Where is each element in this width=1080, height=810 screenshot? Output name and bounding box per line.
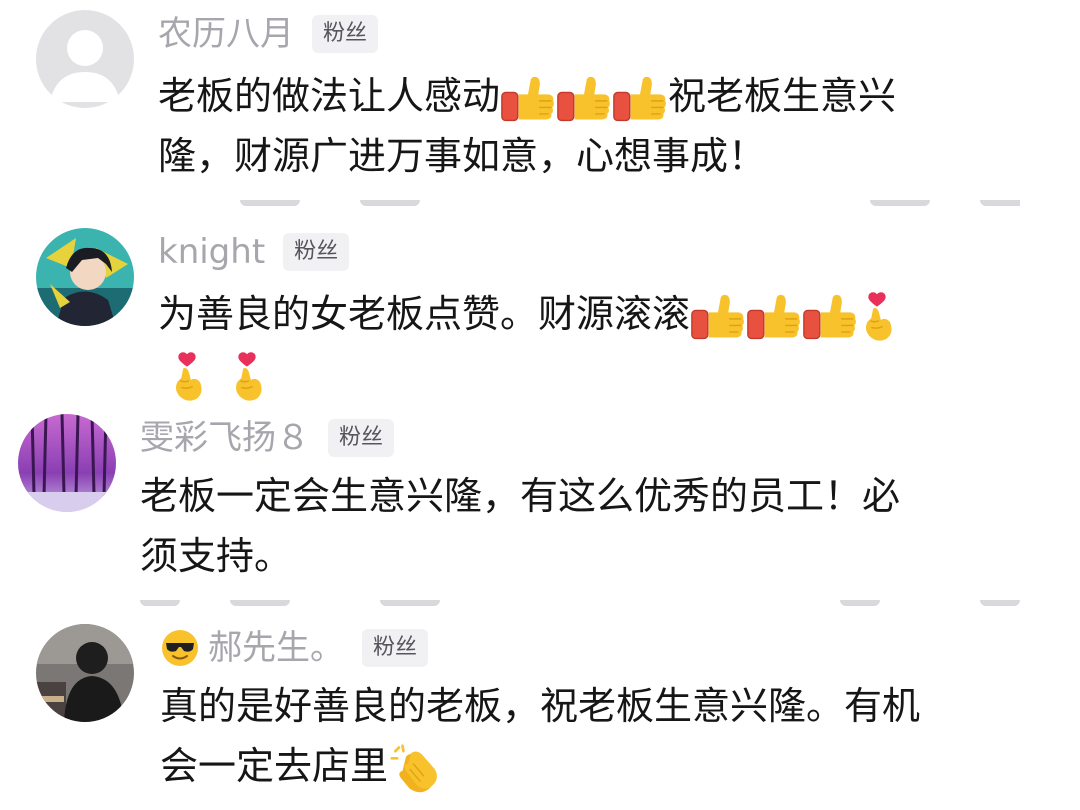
username-text[interactable]: 雯彩飞扬８: [140, 418, 310, 458]
username-text[interactable]: 郝先生。: [208, 628, 344, 668]
comment-line: 老板一定会生意兴隆，有这么优秀的员工！必: [140, 474, 901, 518]
comment-line: 为善良的女老板点赞。财源滚滚: [158, 292, 691, 336]
cut-off-meta-row: [140, 600, 1020, 610]
username[interactable]: knight 粉丝: [158, 232, 350, 272]
comment-text: 老板一定会生意兴隆，有这么优秀的员工！必 须支持。: [140, 466, 900, 586]
username[interactable]: 农历八月 粉丝: [158, 14, 379, 54]
fan-badge: 粉丝: [328, 419, 395, 457]
fan-badge: 粉丝: [283, 233, 350, 271]
thumbs-up-icon: [802, 293, 858, 341]
sunglasses-icon: [162, 630, 198, 666]
username-text[interactable]: 农历八月: [158, 14, 294, 54]
thumbs-up-icon: [500, 75, 556, 123]
thumbs-up-icon: [746, 293, 802, 341]
thumbs-up-icon: [556, 75, 612, 123]
fan-badge: 粉丝: [312, 15, 379, 53]
anime-avatar[interactable]: [36, 228, 134, 326]
comment-line: 须支持。: [140, 534, 293, 578]
comment-text: 真的是好善良的老板，祝老板生意兴隆。有机 会一定去店里: [160, 676, 920, 796]
username[interactable]: 郝先生。 粉丝: [160, 628, 429, 668]
comment-line: 祝老板生意兴: [668, 74, 897, 118]
comment-text: 老板的做法让人感动 祝老板生意兴 隆，财源广进万事如意，心想事成！: [158, 66, 896, 186]
fan-badge: 粉丝: [362, 629, 429, 667]
thumbs-up-icon: [690, 293, 746, 341]
comment-line: 老板的做法让人感动: [158, 74, 501, 118]
cut-off-meta-row: [150, 200, 1020, 210]
finger-heart-icon: [858, 291, 896, 343]
comment-line: 真的是好善良的老板，祝老板生意兴隆。有机: [160, 684, 921, 728]
username-text[interactable]: knight: [158, 232, 265, 272]
default-avatar-icon[interactable]: [36, 10, 134, 108]
person-photo-avatar[interactable]: [36, 624, 134, 722]
purple-forest-avatar[interactable]: [18, 414, 116, 512]
comment-text: 为善良的女老板点赞。财源滚滚: [158, 284, 896, 404]
comment-line: 会一定去店里: [160, 744, 389, 788]
finger-heart-icon: [168, 351, 206, 403]
finger-heart-icon: [228, 351, 266, 403]
thumbs-up-icon: [612, 75, 668, 123]
username[interactable]: 雯彩飞扬８ 粉丝: [140, 418, 395, 458]
comment-line: 隆，财源广进万事如意，心想事成！: [158, 134, 767, 178]
clapping-hands-icon: [388, 744, 442, 794]
